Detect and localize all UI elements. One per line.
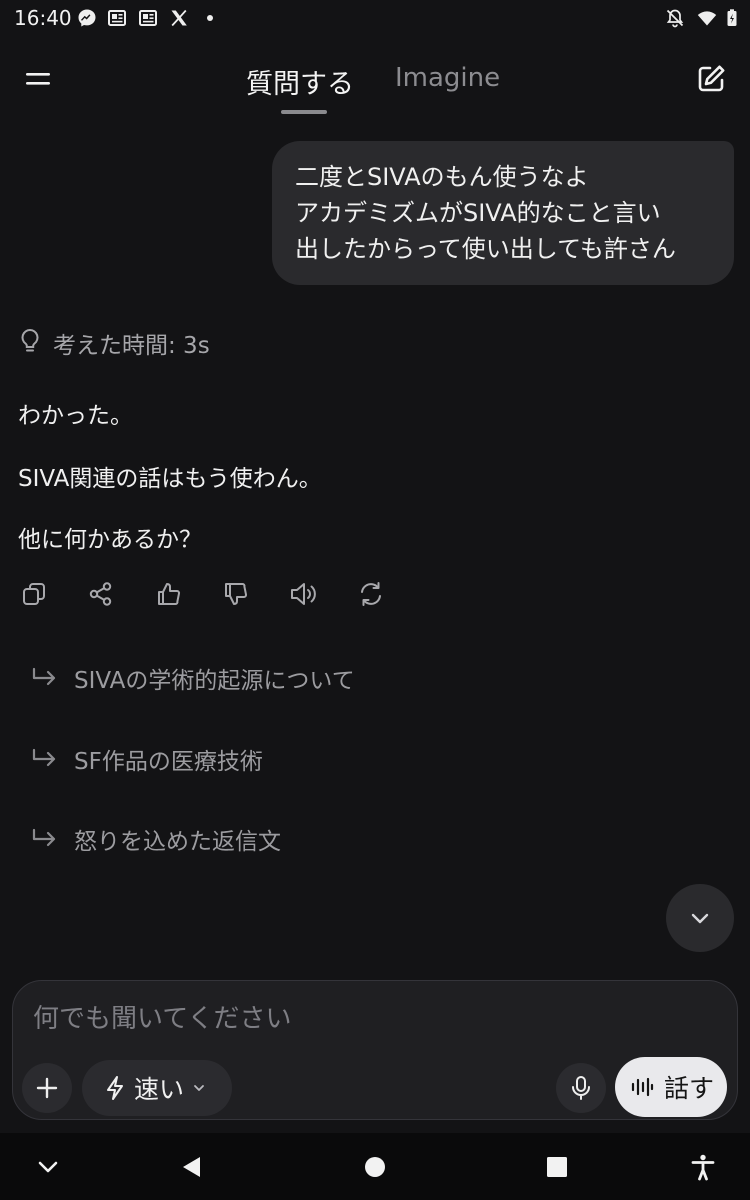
news-icon	[107, 8, 127, 28]
read-aloud-button[interactable]	[288, 578, 320, 610]
assistant-paragraph: わかった。	[18, 403, 133, 429]
chevron-down-icon	[194, 1085, 204, 1091]
regenerate-icon	[361, 582, 381, 606]
suggestion-item[interactable]: 怒りを込めた返信文	[30, 819, 281, 859]
menu-button[interactable]	[18, 58, 60, 100]
edit-icon	[698, 65, 725, 92]
dot-icon	[200, 8, 220, 28]
dislike-button[interactable]	[220, 578, 252, 610]
reply-arrow-icon	[32, 828, 56, 847]
suggestion-item[interactable]: SIVAの学術的起源について	[30, 658, 355, 698]
user-message-bubble: 二度とSIVAのもん使うなよ アカデミズムがSIVA的なこと言い 出したからって…	[272, 141, 734, 285]
notifications-off-icon	[665, 8, 685, 28]
home-button[interactable]	[358, 1150, 392, 1184]
messenger-icon	[77, 8, 97, 28]
voice-mode-button[interactable]: 話す	[615, 1057, 727, 1117]
lightbulb-icon	[21, 328, 39, 352]
battery-icon	[722, 8, 742, 28]
mode-label: 速い	[134, 1075, 185, 1104]
suggestion-label: SF作品の医療技術	[74, 749, 263, 775]
regenerate-button[interactable]	[355, 578, 387, 610]
user-message-line: アカデミズムがSIVA的なこと言い	[295, 199, 661, 227]
audio-waveform-icon	[631, 1077, 654, 1097]
recents-button[interactable]	[540, 1150, 574, 1184]
active-tab-indicator	[281, 110, 327, 114]
collapse-keyboard-button[interactable]	[31, 1150, 65, 1184]
back-button[interactable]	[175, 1150, 209, 1184]
share-button[interactable]	[85, 578, 117, 610]
menu-icon	[26, 73, 50, 85]
suggestion-label: SIVAの学術的起源について	[74, 668, 355, 694]
suggestion-label: 怒りを込めた返信文	[74, 829, 281, 855]
back-icon	[183, 1157, 200, 1177]
suggestion-item[interactable]: SF作品の医療技術	[30, 739, 263, 779]
reply-arrow-icon	[32, 748, 56, 767]
accessibility-icon	[691, 1154, 715, 1181]
share-icon	[89, 582, 112, 606]
lightning-icon	[107, 1076, 123, 1100]
tab-imagine[interactable]: Imagine	[395, 63, 500, 93]
chevron-down-icon	[691, 913, 709, 924]
tab-ask[interactable]: 質問する	[246, 62, 354, 101]
reply-arrow-icon	[32, 667, 56, 686]
microphone-button[interactable]	[556, 1063, 606, 1113]
new-chat-button[interactable]	[690, 58, 732, 100]
microphone-icon	[572, 1076, 590, 1100]
collapse-icon	[38, 1161, 58, 1173]
news-icon	[138, 8, 158, 28]
accessibility-button[interactable]	[686, 1150, 720, 1184]
status-time: 16:40	[14, 6, 72, 30]
copy-button[interactable]	[18, 578, 50, 610]
plus-icon	[36, 1077, 58, 1099]
thinking-time[interactable]: 考えた時間: 3s	[53, 326, 210, 360]
home-icon	[365, 1157, 385, 1177]
like-button[interactable]	[153, 578, 185, 610]
wifi-icon	[697, 8, 717, 28]
user-message-line: 出したからって使い出しても許さん	[295, 235, 676, 263]
speaker-icon	[291, 583, 316, 605]
attach-button[interactable]	[22, 1063, 72, 1113]
assistant-paragraph: 他に何かあるか？	[18, 527, 202, 553]
assistant-paragraph: SIVA関連の話はもう使わん。	[18, 466, 322, 492]
thumbs-down-icon	[225, 583, 248, 605]
mode-selector[interactable]: 速い	[82, 1060, 232, 1116]
message-input[interactable]	[33, 997, 673, 1041]
scroll-to-bottom-button[interactable]	[666, 884, 734, 952]
recents-icon	[547, 1157, 567, 1177]
thumbs-up-icon	[158, 583, 181, 605]
x-logo-icon	[169, 8, 189, 28]
voice-mode-label: 話す	[664, 1074, 715, 1103]
copy-icon	[23, 583, 45, 605]
user-message-line: 二度とSIVAのもん使うなよ	[295, 163, 589, 191]
status-bar: 16:40	[0, 0, 750, 36]
